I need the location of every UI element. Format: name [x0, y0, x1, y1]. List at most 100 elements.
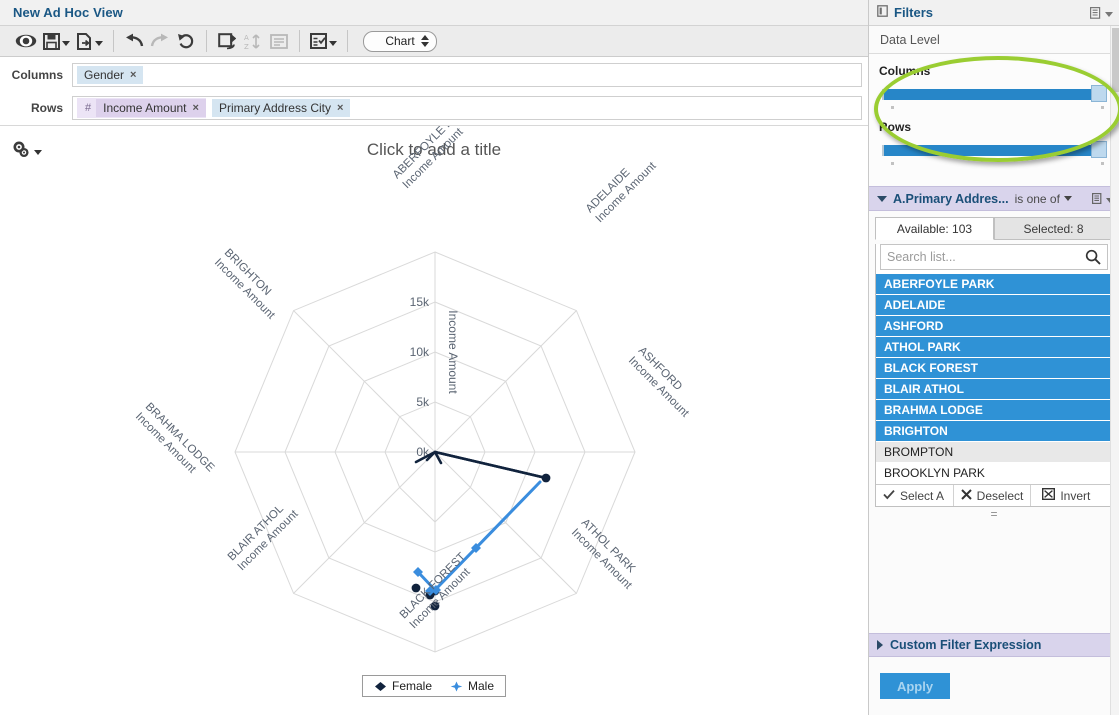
- field-pill-income-amount-wrap[interactable]: # Income Amount ×: [77, 98, 206, 118]
- slider-columns[interactable]: [879, 85, 1109, 104]
- legend-label-female: Female: [391, 679, 432, 693]
- filter-resize-handle[interactable]: =: [875, 507, 1113, 521]
- legend-label-male: Male: [468, 679, 495, 693]
- svg-text:A: A: [244, 34, 249, 42]
- list-item[interactable]: ATHOL PARK: [876, 337, 1112, 358]
- search-icon[interactable]: [1085, 249, 1107, 265]
- switch-group-icon[interactable]: [214, 28, 240, 54]
- list-item[interactable]: ASHFORD: [876, 316, 1112, 337]
- list-item[interactable]: BLAIR ATHOL: [876, 379, 1112, 400]
- revert-icon[interactable]: [173, 28, 199, 54]
- slider-rows[interactable]: [879, 141, 1109, 160]
- view-title-bar: New Ad Hoc View: [0, 0, 868, 26]
- rows-label: Rows: [30, 101, 63, 115]
- list-actions: Select A Deselect Invert: [876, 484, 1112, 506]
- slider-handle-rows[interactable]: [1091, 141, 1107, 158]
- list-item-label: BROOKLYN PARK: [884, 466, 985, 480]
- page-options-icon[interactable]: [266, 28, 292, 54]
- list-item-label: ATHOL PARK: [884, 340, 961, 354]
- custom-filter-expression-header[interactable]: Custom Filter Expression: [869, 633, 1119, 657]
- filters-title: Filters: [894, 5, 934, 20]
- search-row[interactable]: [880, 244, 1108, 270]
- list-item[interactable]: BLACK FOREST: [876, 358, 1112, 379]
- list-item-label: BROMPTON: [884, 445, 954, 459]
- select-all-label: Select A: [900, 488, 945, 503]
- chevron-down-icon[interactable]: [877, 195, 887, 202]
- invert-button[interactable]: Invert: [1031, 485, 1112, 506]
- select-all-button[interactable]: Select A: [876, 485, 954, 506]
- search-input[interactable]: [881, 250, 1085, 264]
- tab-available[interactable]: Available: 103: [875, 217, 994, 240]
- chevron-down-icon: [95, 41, 103, 46]
- tab-available-label: Available: 103: [896, 221, 973, 236]
- select-fields-icon[interactable]: [307, 28, 340, 54]
- list-item[interactable]: BRIGHTON: [876, 421, 1112, 442]
- apply-button[interactable]: Apply: [880, 673, 950, 699]
- data-level-label: Data Level: [880, 32, 940, 47]
- list-menu-icon[interactable]: [1090, 6, 1113, 19]
- filters-header: Filters: [869, 0, 1119, 26]
- tab-selected[interactable]: Selected: 8: [994, 217, 1113, 240]
- x-icon: [960, 488, 972, 503]
- custom-filter-expression-label: Custom Filter Expression: [890, 638, 1042, 652]
- view-type-select[interactable]: Chart: [363, 30, 437, 52]
- remove-field-icon[interactable]: ×: [193, 102, 199, 114]
- sidebar-scrollbar[interactable]: [1110, 26, 1119, 715]
- toolbar-group-view: [0, 26, 106, 56]
- field-pill-gender[interactable]: Gender ×: [77, 65, 144, 84]
- slider-track-columns: [882, 89, 1095, 100]
- columns-dropzone[interactable]: Gender ×: [72, 62, 862, 87]
- remove-field-icon[interactable]: ×: [337, 102, 343, 114]
- remove-field-icon[interactable]: ×: [130, 69, 136, 81]
- filter-body: Available: 103 Selected: 8 ABERFOYLE PAR…: [869, 211, 1119, 521]
- redo-icon[interactable]: [147, 28, 173, 54]
- list-item[interactable]: BRAHMA LODGE: [876, 400, 1112, 421]
- eye-icon[interactable]: [12, 28, 40, 54]
- toolbar-divider: [206, 30, 207, 52]
- rows-dropzone[interactable]: # Income Amount × Primary Address City ×: [72, 96, 862, 120]
- filter-field-name: A.Primary Addres...: [893, 191, 1009, 206]
- filter-operator[interactable]: is one of: [1015, 192, 1060, 206]
- value-axis-ticks: 15k 10k 5k 0k: [410, 295, 430, 459]
- list-item[interactable]: ADELAIDE: [876, 295, 1112, 316]
- main-toolbar: A Z Chart: [0, 26, 868, 57]
- legend-item-male[interactable]: Male: [450, 679, 494, 693]
- filter-header-primary-address-city[interactable]: A.Primary Addres... is one of: [869, 186, 1119, 211]
- field-pill-primary-address-city[interactable]: Primary Address City ×: [211, 99, 351, 117]
- toolbar-group-data: A Z: [214, 26, 292, 56]
- legend-marker-male: [450, 681, 463, 691]
- tab-selected-label: Selected: 8: [1023, 221, 1084, 236]
- radar-chart: 15k 10k 5k 0k Income Amount ABERFOYLE PA…: [0, 126, 868, 672]
- slider-handle-columns[interactable]: [1091, 85, 1107, 102]
- chevron-right-icon[interactable]: [877, 640, 883, 650]
- list-item[interactable]: BROOKLYN PARK: [876, 463, 1112, 484]
- filter-options-list[interactable]: ABERFOYLE PARK ADELAIDE ASHFORD ATHOL PA…: [876, 274, 1112, 484]
- deselect-button[interactable]: Deselect: [954, 485, 1032, 506]
- undo-icon[interactable]: [121, 28, 147, 54]
- filter-listbox: ABERFOYLE PARK ADELAIDE ASHFORD ATHOL PA…: [875, 244, 1113, 507]
- columns-label: Columns: [11, 67, 63, 82]
- list-item[interactable]: ABERFOYLE PARK: [876, 274, 1112, 295]
- invert-label: Invert: [1060, 488, 1091, 503]
- sidebar-scrollbar-thumb[interactable]: [1112, 28, 1119, 92]
- toolbar-group-history: [121, 26, 199, 56]
- list-item-label: ABERFOYLE PARK: [884, 277, 995, 291]
- view-type-value: Chart: [385, 34, 415, 48]
- panel-icon: [877, 4, 888, 22]
- sort-icon[interactable]: A Z: [240, 28, 266, 54]
- list-item[interactable]: BROMPTON: [876, 442, 1112, 463]
- spinner-arrows-icon: [421, 35, 429, 47]
- chevron-down-icon[interactable]: [1063, 196, 1072, 201]
- export-icon[interactable]: [73, 28, 106, 54]
- filters-sidebar: Filters Data Level Columns Rows A.Primar…: [868, 0, 1119, 715]
- list-item-label: ADELAIDE: [884, 298, 946, 312]
- measure-symbol: #: [85, 102, 92, 114]
- field-pill-income-amount[interactable]: Income Amount ×: [96, 99, 206, 117]
- toolbar-divider: [113, 30, 114, 52]
- list-item-label: BRIGHTON: [884, 424, 948, 438]
- legend-item-female[interactable]: Female: [374, 679, 432, 693]
- field-pill-label: Primary Address City: [218, 101, 331, 115]
- slider-ticks-columns: [879, 104, 1109, 112]
- slider-label-columns: Columns: [879, 64, 931, 78]
- save-icon[interactable]: [40, 28, 73, 54]
